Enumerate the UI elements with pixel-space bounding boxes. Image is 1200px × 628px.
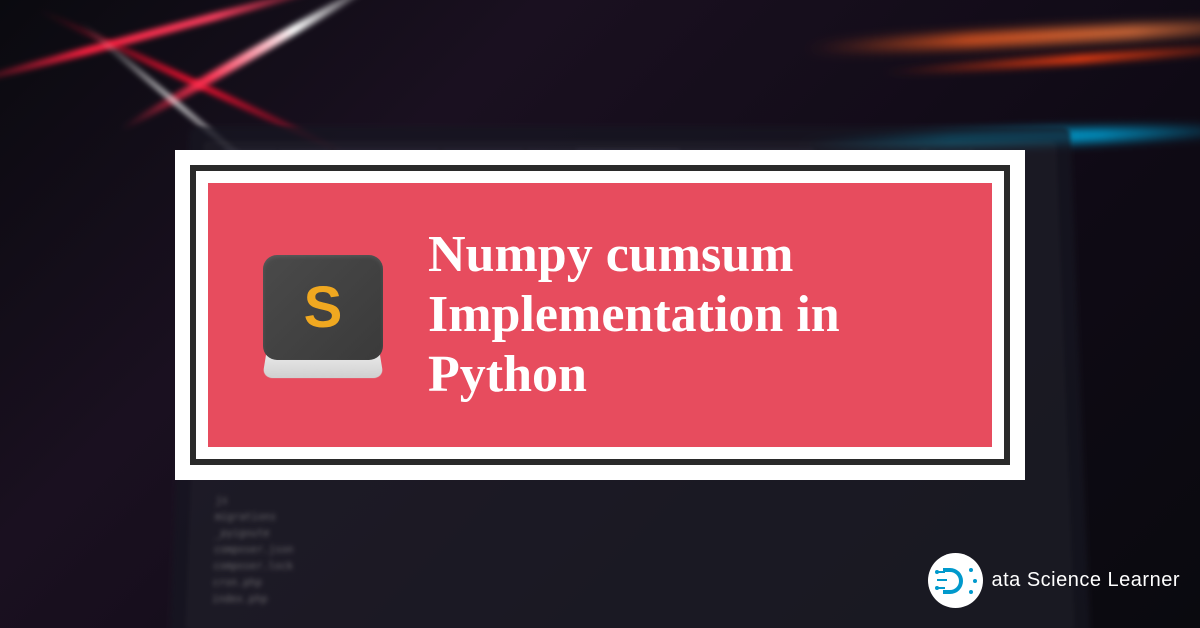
logo-icon [937, 565, 975, 597]
site-logo: ata Science Learner [928, 553, 1180, 608]
tree-item: index.php [196, 592, 380, 609]
tree-item: composer.lock [198, 559, 381, 575]
title-card-border: S Numpy cumsum Implementation in Python [190, 165, 1010, 465]
icon-letter: S [304, 274, 343, 341]
title-card-content: S Numpy cumsum Implementation in Python [208, 183, 992, 447]
tree-item: migrations [200, 510, 383, 526]
key-top: S [263, 255, 383, 360]
light-trail [800, 17, 1200, 55]
logo-badge [928, 553, 983, 608]
logo-text: ata Science Learner [991, 569, 1180, 592]
tree-item: cron.php [197, 576, 381, 593]
sublime-icon: S [258, 250, 388, 380]
article-title: Numpy cumsum Implementation in Python [428, 225, 942, 404]
tree-item: js [200, 494, 382, 510]
title-card: S Numpy cumsum Implementation in Python [175, 150, 1025, 480]
file-tree: js migrations _pyigoute composer.json co… [196, 494, 382, 609]
tree-item: composer.json [198, 543, 381, 559]
tree-item: _pyigoute [199, 526, 382, 542]
light-trail [0, 0, 344, 90]
